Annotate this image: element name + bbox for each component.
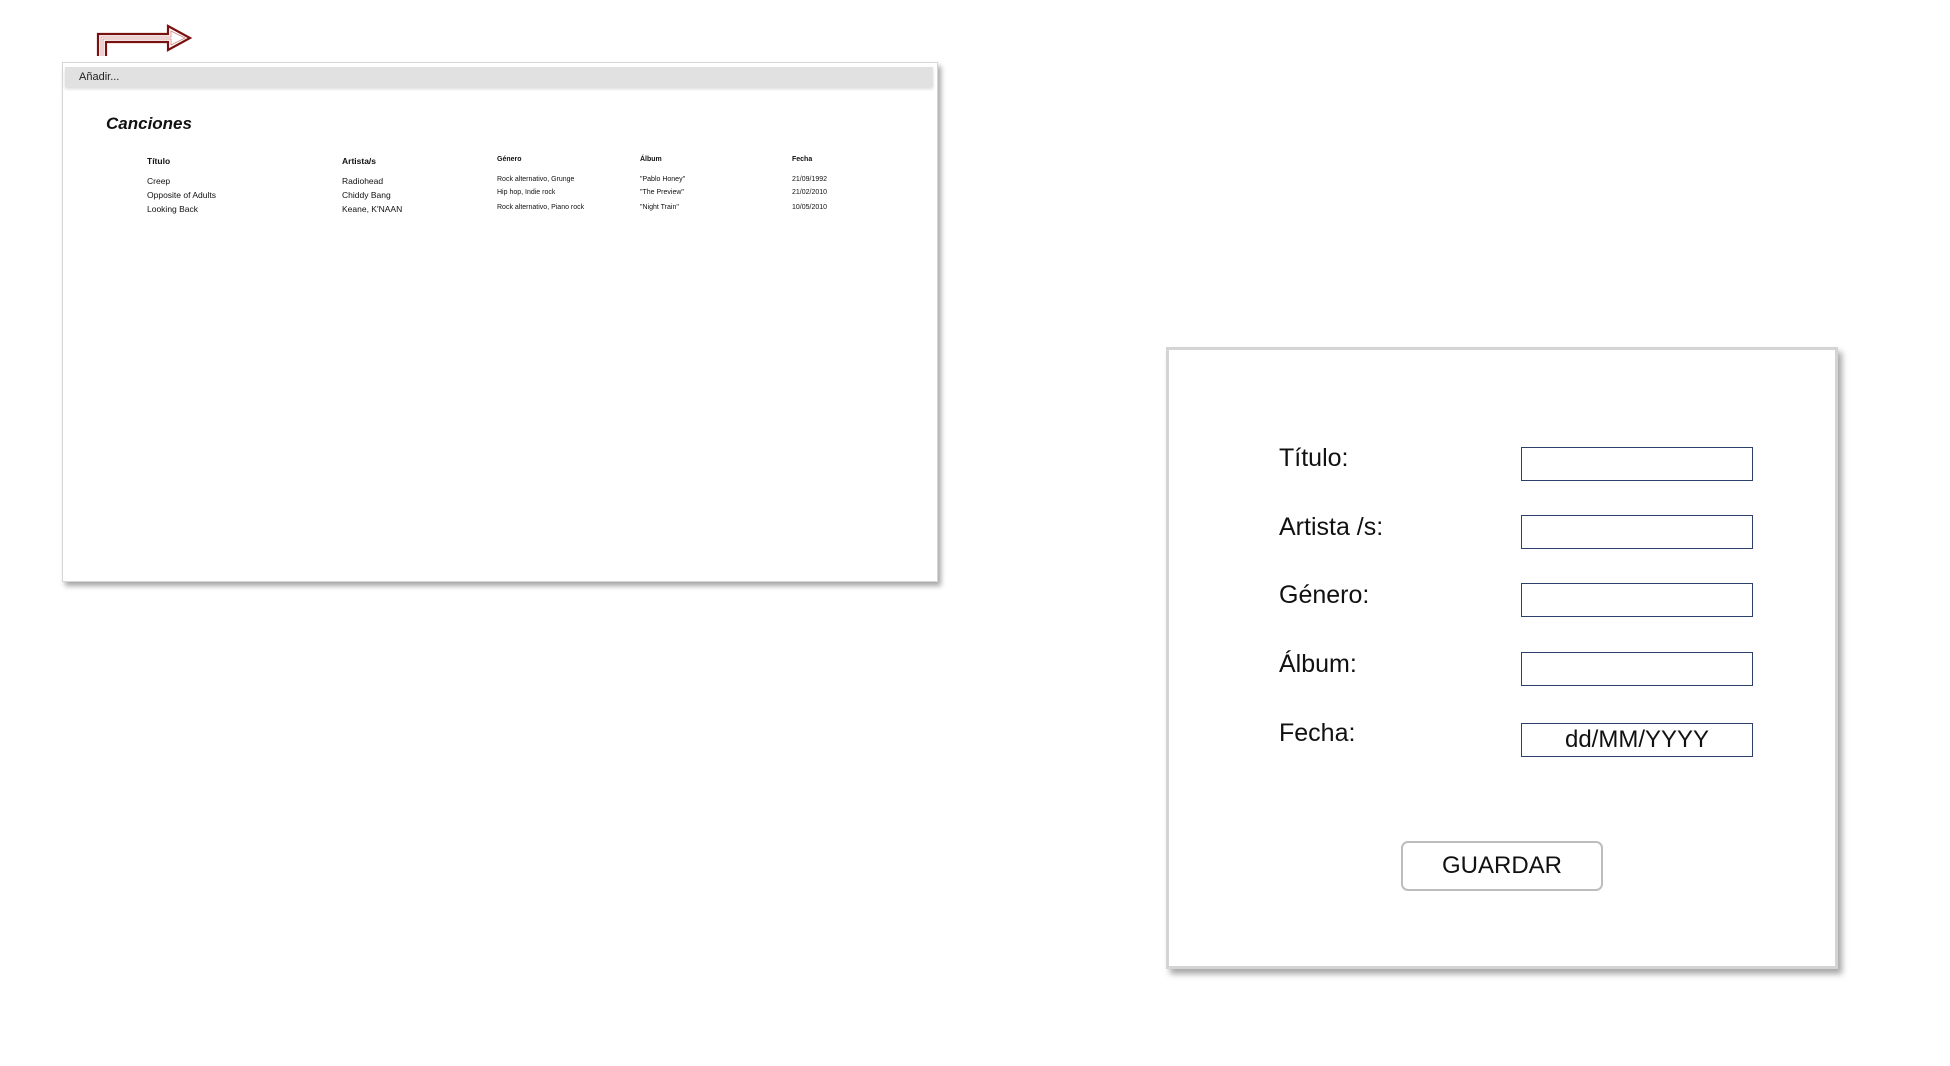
songs-list-window: Añadir... Canciones Título Artista/s Gén… [62,62,938,582]
artist-field[interactable] [1521,515,1753,549]
genre-label: Género: [1279,581,1370,609]
cell-album: "The Preview" [640,189,684,196]
cell-album: "Night Train" [640,204,679,211]
title-field[interactable] [1521,447,1753,481]
column-header-artist[interactable]: Artista/s [342,156,376,166]
column-header-album[interactable]: Álbum [640,156,662,163]
cell-album: "Pablo Honey" [640,176,686,183]
cell-date: 10/05/2010 [792,204,828,211]
cell-title: Creep [147,176,171,186]
column-header-title[interactable]: Título [147,156,170,166]
cell-artist: Radiohead [342,176,384,186]
cell-genre: Rock alternativo, Grunge [497,176,575,183]
cell-title: Opposite of Adults [147,190,216,200]
date-label: Fecha: [1279,719,1356,747]
right-arrow-icon [96,24,193,56]
cell-date: 21/09/1992 [792,176,828,183]
album-field[interactable] [1521,652,1753,686]
cell-artist: Keane, K'NAAN [342,204,403,214]
genre-field[interactable] [1521,583,1753,617]
menu-add[interactable]: Añadir... [79,71,119,83]
cell-genre: Hip hop, Indie rock [497,189,556,196]
save-button[interactable]: GUARDAR [1401,841,1603,891]
date-field[interactable] [1521,723,1753,757]
cell-title: Looking Back [147,204,199,214]
menubar: Añadir... [65,67,933,87]
cell-genre: Rock alternativo, Piano rock [497,204,585,211]
cell-date: 21/02/2010 [792,189,828,196]
column-header-date[interactable]: Fecha [792,156,812,163]
artist-label: Artista /s: [1279,513,1384,541]
song-form-window: Título: Artista /s: Género: Álbum: Fecha… [1166,347,1838,969]
album-label: Álbum: [1279,650,1357,678]
cell-artist: Chiddy Bang [342,190,391,200]
column-header-genre[interactable]: Género [497,156,522,163]
title-label: Título: [1279,444,1349,472]
list-title: Canciones [106,114,192,133]
